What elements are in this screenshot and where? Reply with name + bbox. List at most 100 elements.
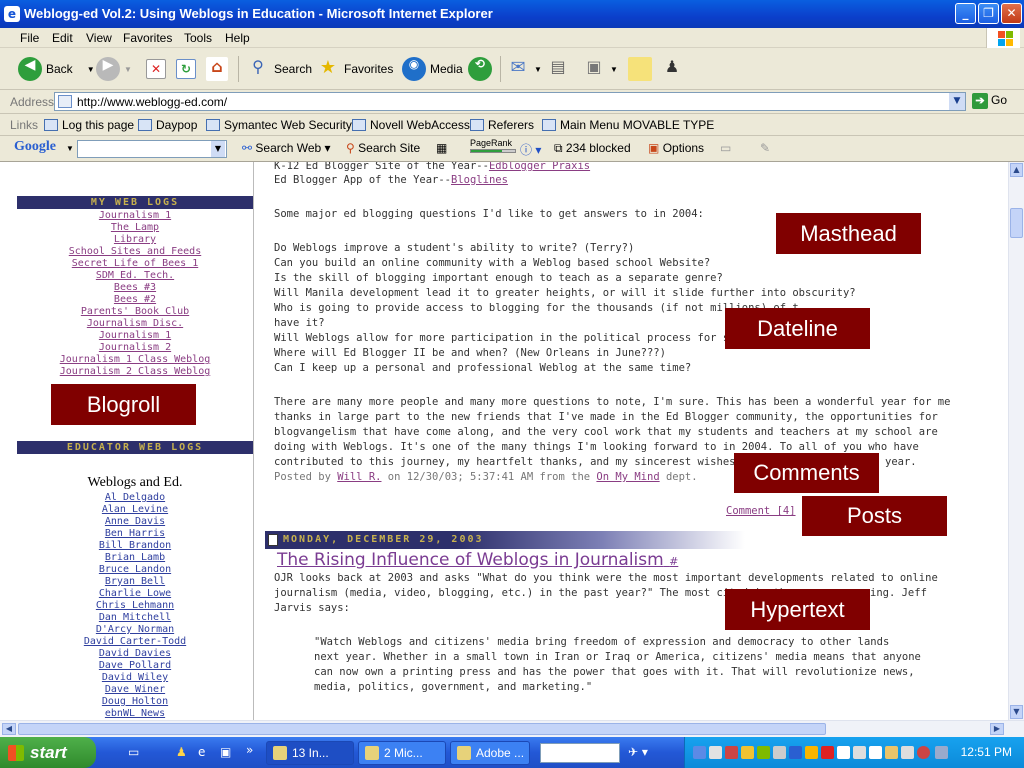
educator-link[interactable]: D'Arcy Norman xyxy=(17,624,253,636)
my-web-log-link[interactable]: Bees #3 xyxy=(17,282,253,294)
link-log-this-page[interactable]: Log this page xyxy=(44,118,134,132)
menu-help[interactable]: Help xyxy=(225,31,250,45)
highlighter-icon[interactable]: ✎ xyxy=(760,141,770,155)
link-symantec[interactable]: Symantec Web Security xyxy=(206,118,352,132)
taskbar-tool-icon[interactable]: ✈ ▾ xyxy=(628,745,648,759)
permalink-hash[interactable]: # xyxy=(669,555,678,568)
educator-link[interactable]: Brian Lamb xyxy=(17,552,253,564)
educator-link[interactable]: Dan Mitchell xyxy=(17,612,253,624)
quicklaunch-more-icon[interactable]: » xyxy=(246,743,253,757)
educator-link[interactable]: David Carter-Todd xyxy=(17,636,253,648)
educator-link[interactable]: Bryan Bell xyxy=(17,576,253,588)
vertical-scroll-thumb[interactable] xyxy=(1010,208,1023,238)
educator-link[interactable]: Ben Harris xyxy=(17,528,253,540)
my-web-log-link[interactable]: Secret Life of Bees 1 xyxy=(17,258,253,270)
forward-button[interactable]: ▶ ▼ xyxy=(96,54,132,84)
popup-blocker[interactable]: ⧉ 234 blocked xyxy=(554,141,631,156)
educator-link[interactable]: Bruce Landon xyxy=(17,564,253,576)
educator-link[interactable]: Anne Davis xyxy=(17,516,253,528)
tray-icon[interactable] xyxy=(709,746,722,759)
tray-icon[interactable] xyxy=(885,746,898,759)
scroll-down-arrow[interactable]: ▼ xyxy=(1010,705,1023,719)
edit-button[interactable]: ▣ ▼ xyxy=(582,54,618,84)
google-search-input[interactable]: ▼ xyxy=(77,140,227,158)
volume-icon[interactable] xyxy=(935,746,948,759)
task-microsoft-office[interactable]: 2 Mic... xyxy=(358,741,446,765)
educator-link[interactable]: Alan Levine xyxy=(17,504,253,516)
tray-icon[interactable] xyxy=(805,746,818,759)
educator-link[interactable]: Dave Pollard xyxy=(17,660,253,672)
media-button[interactable]: ◉ Media xyxy=(402,54,463,84)
link-novell[interactable]: Novell WebAccess xyxy=(352,118,470,132)
start-button[interactable]: start xyxy=(0,737,96,768)
mail-button[interactable]: ✉ ▼ xyxy=(506,54,542,84)
menu-favorites[interactable]: Favorites xyxy=(123,31,172,45)
link-daypop[interactable]: Daypop xyxy=(138,118,197,132)
quicklaunch-ie-icon[interactable]: e xyxy=(198,745,205,759)
maximize-button[interactable]: ❐ xyxy=(978,3,999,24)
notes-button[interactable] xyxy=(628,54,656,84)
horizontal-scroll-thumb[interactable] xyxy=(18,723,826,735)
educator-link[interactable]: Chris Lehmann xyxy=(17,600,253,612)
link-referers[interactable]: Referers xyxy=(470,118,534,132)
tray-icon[interactable] xyxy=(693,746,706,759)
quicklaunch-messenger-icon[interactable]: ♟ xyxy=(176,745,187,759)
quicklaunch-desktop-icon[interactable]: ▭ xyxy=(128,745,139,759)
address-input[interactable]: http://www.weblogg-ed.com/ ▼ xyxy=(54,92,966,111)
my-web-log-link[interactable]: Journalism 1 xyxy=(17,210,253,222)
my-web-log-link[interactable]: Library xyxy=(17,234,253,246)
print-button[interactable]: ▤ xyxy=(546,54,574,84)
tray-icon[interactable] xyxy=(821,746,834,759)
educator-link[interactable]: Dave Winer xyxy=(17,684,253,696)
favorites-button[interactable]: ★ Favorites xyxy=(316,54,393,84)
edblogger-praxis-link[interactable]: Edblogger Praxis xyxy=(489,162,590,172)
author-link[interactable]: Will R. xyxy=(337,471,381,483)
educator-link[interactable]: Al Delgado xyxy=(17,492,253,504)
tray-icon[interactable] xyxy=(837,746,850,759)
educator-link[interactable]: David Wiley xyxy=(17,672,253,684)
search-web-button[interactable]: ⚯ Search Web ▾ xyxy=(242,141,331,155)
history-button[interactable]: ⟲ xyxy=(468,54,496,84)
search-button[interactable]: ⚲ Search xyxy=(246,54,312,84)
my-web-log-link[interactable]: Journalism 1 Class Weblog xyxy=(17,354,253,366)
tray-icon[interactable] xyxy=(853,746,866,759)
post-title-link[interactable]: The Rising Influence of Weblogs in Journ… xyxy=(277,550,678,570)
my-web-log-link[interactable]: Journalism 2 Class Weblog xyxy=(17,366,253,378)
close-button[interactable]: ✕ xyxy=(1001,3,1022,24)
address-dropdown[interactable]: ▼ xyxy=(949,93,965,110)
google-menu-arrow[interactable]: ▼ xyxy=(66,144,74,153)
stop-button[interactable]: ✕ xyxy=(146,54,170,84)
educator-link[interactable]: Doug Holton xyxy=(17,696,253,708)
info-icon[interactable]: ⓘ ▾ xyxy=(520,141,541,158)
my-web-log-link[interactable]: SDM Ed. Tech. xyxy=(17,270,253,282)
horizontal-scrollbar[interactable]: ◀ ▶ xyxy=(0,720,1024,737)
my-web-log-link[interactable]: School Sites and Feeds xyxy=(17,246,253,258)
educator-link[interactable]: Bill Brandon xyxy=(17,540,253,552)
back-button[interactable]: ◀ Back ▼ xyxy=(18,54,95,84)
my-web-log-link[interactable]: Journalism Disc. xyxy=(17,318,253,330)
menu-file[interactable]: File xyxy=(20,31,39,45)
home-button[interactable]: ⌂ xyxy=(206,54,232,84)
scroll-up-arrow[interactable]: ▲ xyxy=(1010,163,1023,177)
dept-link[interactable]: On My Mind xyxy=(596,471,659,483)
my-web-log-link[interactable]: Parents' Book Club xyxy=(17,306,253,318)
options-button[interactable]: ▣ Options xyxy=(648,141,704,155)
scroll-left-arrow[interactable]: ◀ xyxy=(2,723,16,735)
menu-edit[interactable]: Edit xyxy=(52,31,73,45)
google-deskbar-input[interactable] xyxy=(540,743,620,763)
scroll-right-arrow[interactable]: ▶ xyxy=(990,723,1004,735)
my-web-log-link[interactable]: The Lamp xyxy=(17,222,253,234)
refresh-button[interactable]: ↻ xyxy=(176,54,200,84)
educator-link[interactable]: Charlie Lowe xyxy=(17,588,253,600)
tray-icon[interactable] xyxy=(901,746,914,759)
educator-link[interactable]: David Davies xyxy=(17,648,253,660)
comment-link[interactable]: Comment [4] xyxy=(726,504,796,519)
tray-icon[interactable] xyxy=(789,746,802,759)
tray-icon[interactable] xyxy=(869,746,882,759)
menu-view[interactable]: View xyxy=(86,31,112,45)
bloglines-link[interactable]: Bloglines xyxy=(451,174,508,186)
minimize-button[interactable]: _ xyxy=(955,3,976,24)
search-site-button[interactable]: ⚲ Search Site xyxy=(346,141,420,155)
tray-icon[interactable] xyxy=(741,746,754,759)
google-logo[interactable]: Google xyxy=(14,139,56,155)
